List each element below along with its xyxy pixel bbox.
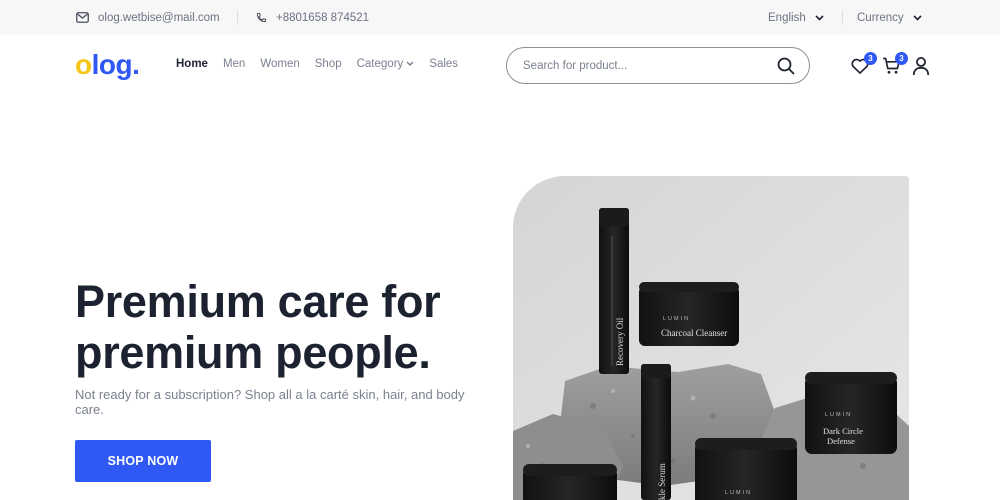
brand-label: LUMIN xyxy=(663,316,690,322)
hero-title: Premium care for premium people. xyxy=(75,276,441,378)
search-icon[interactable] xyxy=(777,57,795,75)
account-button[interactable] xyxy=(912,56,934,78)
main-nav: Home Men Women Shop Category Sales xyxy=(176,58,473,70)
shop-now-button[interactable]: SHOP NOW xyxy=(75,440,211,482)
chevron-down-icon xyxy=(815,14,824,21)
serum-label: kle Serum xyxy=(657,463,667,500)
contact-email-text: olog.wetbise@mail.com xyxy=(98,11,220,24)
contact-phone[interactable]: +8801658 874521 xyxy=(256,0,369,35)
skincare-products-illustration: Recovery Oil LUMIN Charcoal Cleanser LUM… xyxy=(513,176,909,500)
language-label: English xyxy=(768,11,806,24)
divider xyxy=(842,10,843,25)
recovery-oil-label: Recovery Oil xyxy=(615,317,625,366)
charcoal-cleanser-label: Charcoal Cleanser xyxy=(661,328,727,338)
hero-product-image: Recovery Oil LUMIN Charcoal Cleanser LUM… xyxy=(513,176,909,500)
contact-email[interactable]: olog.wetbise@mail.com xyxy=(76,0,220,35)
logo-text: log. xyxy=(91,49,140,80)
user-icon xyxy=(912,57,930,76)
chevron-down-icon xyxy=(913,14,922,21)
phone-icon xyxy=(256,12,267,23)
search-bar xyxy=(506,47,810,84)
dark-circle-label-1: Dark Circle xyxy=(823,426,863,436)
language-select[interactable]: English xyxy=(768,0,824,35)
nav-men[interactable]: Men xyxy=(223,58,245,70)
wishlist-button[interactable]: 3 xyxy=(850,52,877,78)
divider xyxy=(237,10,238,25)
mail-icon xyxy=(76,12,89,23)
hero-subtitle: Not ready for a subscription? Shop all a… xyxy=(75,387,465,417)
currency-select[interactable]: Currency xyxy=(857,0,922,35)
search-input[interactable] xyxy=(523,57,763,75)
nav-home[interactable]: Home xyxy=(176,58,208,70)
top-info-bar: olog.wetbise@mail.com +8801658 874521 En… xyxy=(0,0,1000,35)
currency-label: Currency xyxy=(857,11,904,24)
brand-label: LUMIN xyxy=(825,412,852,418)
cart-count-badge: 3 xyxy=(895,52,908,65)
brand-label: LUMIN xyxy=(725,490,752,496)
nav-category-label: Category xyxy=(356,58,404,70)
dark-circle-label-2: Defense xyxy=(827,436,855,446)
nav-women[interactable]: Women xyxy=(260,58,299,70)
wishlist-count-badge: 3 xyxy=(864,52,877,65)
site-logo[interactable]: olog. xyxy=(75,49,140,81)
contact-phone-text: +8801658 874521 xyxy=(276,11,370,24)
nav-shop[interactable]: Shop xyxy=(315,58,342,70)
cart-button[interactable]: 3 xyxy=(881,52,908,78)
nav-category[interactable]: Category xyxy=(357,58,415,70)
logo-letter: o xyxy=(75,49,92,80)
chevron-down-icon xyxy=(406,61,414,67)
nav-sales[interactable]: Sales xyxy=(429,58,458,70)
